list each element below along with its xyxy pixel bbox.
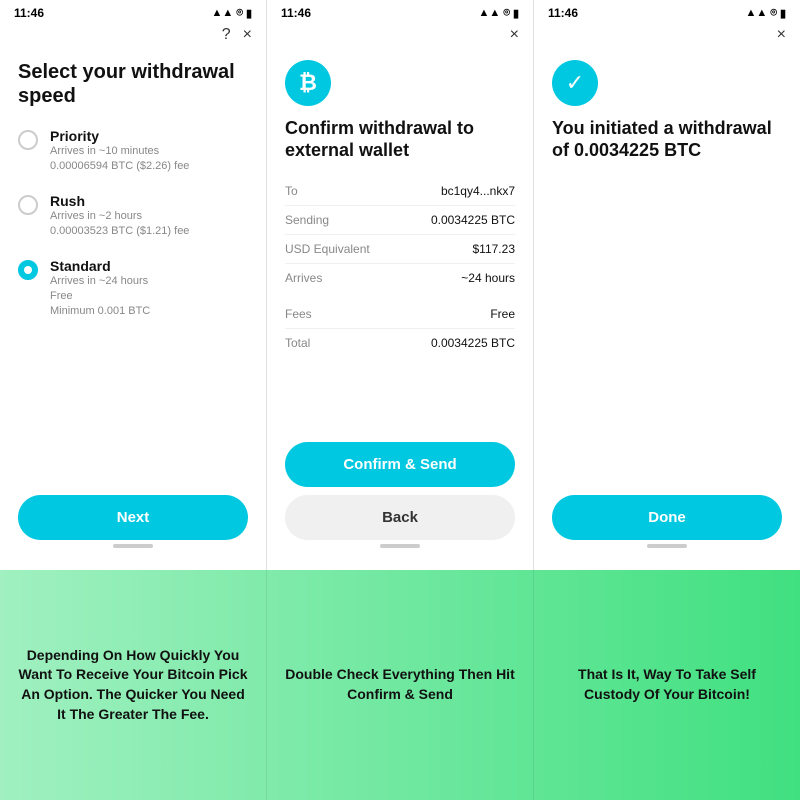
detail-fees: Fees Free — [285, 300, 515, 329]
detail-to-label: To — [285, 184, 298, 198]
detail-arrives-value: ~24 hours — [461, 271, 515, 285]
help-icon[interactable]: ? — [222, 26, 231, 44]
status-time-3: 11:46 — [548, 6, 578, 20]
signal-icon-2: ▲▲ — [479, 7, 501, 19]
status-bar-2: 11:46 ▲▲ ⌾ ▮ — [267, 0, 533, 22]
confirm-send-button[interactable]: Confirm & Send — [285, 442, 515, 487]
option-rush-text: Rush Arrives in ~2 hours0.00003523 BTC (… — [50, 193, 189, 240]
success-content: ✓ You initiated a withdrawal of 0.003422… — [534, 50, 800, 485]
standard-desc: Arrives in ~24 hoursFreeMinimum 0.001 BT… — [50, 274, 150, 320]
detail-sending: Sending 0.0034225 BTC — [285, 206, 515, 235]
status-icons-3: ▲▲ ⌾ ▮ — [746, 7, 786, 20]
caption-panel-3: That Is It, Way To Take Self Custody Of … — [534, 570, 800, 800]
detail-to: To bc1qy4...nkx7 — [285, 177, 515, 206]
wifi-icon: ⌾ — [236, 7, 243, 20]
screen-header-1: ? × — [0, 22, 266, 50]
status-icons-1: ▲▲ ⌾ ▮ — [212, 7, 252, 20]
signal-icon-3: ▲▲ — [746, 7, 768, 19]
screen2-bottom: Confirm & Send Back — [267, 432, 533, 570]
speed-select-screen: 11:46 ▲▲ ⌾ ▮ ? × Select your withdrawal … — [0, 0, 267, 570]
detail-fees-value: Free — [490, 307, 515, 321]
detail-sending-value: 0.0034225 BTC — [431, 213, 515, 227]
caption-text-2: Double Check Everything Then Hit Confirm… — [283, 665, 517, 704]
bitcoin-icon: ₿ — [285, 60, 331, 106]
detail-fees-label: Fees — [285, 307, 312, 321]
rush-desc: Arrives in ~2 hours0.00003523 BTC ($1.21… — [50, 209, 189, 240]
back-button[interactable]: Back — [285, 495, 515, 540]
confirm-content: ₿ Confirm withdrawal to external wallet … — [267, 50, 533, 432]
wifi-icon-2: ⌾ — [503, 7, 510, 20]
status-time-2: 11:46 — [281, 6, 311, 20]
rush-label: Rush — [50, 193, 189, 209]
option-priority[interactable]: Priority Arrives in ~10 minutes0.0000659… — [18, 128, 248, 175]
detail-usd-label: USD Equivalent — [285, 242, 370, 256]
detail-to-value: bc1qy4...nkx7 — [441, 184, 515, 198]
battery-icon: ▮ — [246, 7, 252, 20]
detail-arrives: Arrives ~24 hours — [285, 264, 515, 292]
detail-sending-label: Sending — [285, 213, 329, 227]
speed-select-title: Select your withdrawal speed — [18, 60, 248, 108]
screen1-bottom: Next — [0, 485, 266, 570]
status-time-1: 11:46 — [14, 6, 44, 20]
radio-standard[interactable] — [18, 260, 38, 280]
success-title: You initiated a withdrawal of 0.0034225 … — [552, 118, 782, 161]
home-indicator-3 — [647, 544, 687, 548]
detail-arrives-label: Arrives — [285, 271, 322, 285]
detail-total-value: 0.0034225 BTC — [431, 336, 515, 350]
screen3-bottom: Done — [534, 485, 800, 570]
home-indicator-1 — [113, 544, 153, 548]
captions-row: Depending On How Quickly You Want To Rec… — [0, 570, 800, 800]
close-icon-2[interactable]: × — [510, 26, 519, 44]
wifi-icon-3: ⌾ — [770, 7, 777, 20]
signal-icon: ▲▲ — [212, 7, 234, 19]
status-icons-2: ▲▲ ⌾ ▮ — [479, 7, 519, 20]
priority-label: Priority — [50, 128, 189, 144]
radio-rush[interactable] — [18, 195, 38, 215]
detail-usd: USD Equivalent $117.23 — [285, 235, 515, 264]
option-standard-text: Standard Arrives in ~24 hoursFreeMinimum… — [50, 258, 150, 320]
checkmark-icon: ✓ — [552, 60, 598, 106]
standard-label: Standard — [50, 258, 150, 274]
close-icon-3[interactable]: × — [777, 26, 786, 44]
speed-select-content: Select your withdrawal speed Priority Ar… — [0, 50, 266, 485]
detail-total: Total 0.0034225 BTC — [285, 329, 515, 357]
detail-total-label: Total — [285, 336, 310, 350]
caption-panel-1: Depending On How Quickly You Want To Rec… — [0, 570, 267, 800]
status-bar-3: 11:46 ▲▲ ⌾ ▮ — [534, 0, 800, 22]
screen-header-2: × — [267, 22, 533, 50]
close-icon-1[interactable]: × — [243, 26, 252, 44]
battery-icon-2: ▮ — [513, 7, 519, 20]
option-rush[interactable]: Rush Arrives in ~2 hours0.00003523 BTC (… — [18, 193, 248, 240]
confirm-screen: 11:46 ▲▲ ⌾ ▮ × ₿ Confirm withdrawal to e… — [267, 0, 534, 570]
home-indicator-2 — [380, 544, 420, 548]
next-button[interactable]: Next — [18, 495, 248, 540]
detail-separator — [285, 292, 515, 300]
detail-usd-value: $117.23 — [473, 242, 516, 256]
priority-desc: Arrives in ~10 minutes0.00006594 BTC ($2… — [50, 144, 189, 175]
battery-icon-3: ▮ — [780, 7, 786, 20]
done-button[interactable]: Done — [552, 495, 782, 540]
screen-header-3: × — [534, 22, 800, 50]
option-standard[interactable]: Standard Arrives in ~24 hoursFreeMinimum… — [18, 258, 248, 320]
caption-text-3: That Is It, Way To Take Self Custody Of … — [550, 665, 784, 704]
status-bar-1: 11:46 ▲▲ ⌾ ▮ — [0, 0, 266, 22]
caption-text-1: Depending On How Quickly You Want To Rec… — [16, 646, 250, 724]
confirm-details-group1: To bc1qy4...nkx7 Sending 0.0034225 BTC U… — [285, 177, 515, 292]
confirm-details-group2: Fees Free Total 0.0034225 BTC — [285, 300, 515, 357]
option-priority-text: Priority Arrives in ~10 minutes0.0000659… — [50, 128, 189, 175]
success-screen: 11:46 ▲▲ ⌾ ▮ × ✓ You initiated a withdra… — [534, 0, 800, 570]
confirm-title: Confirm withdrawal to external wallet — [285, 118, 515, 161]
caption-panel-2: Double Check Everything Then Hit Confirm… — [267, 570, 534, 800]
radio-priority[interactable] — [18, 130, 38, 150]
